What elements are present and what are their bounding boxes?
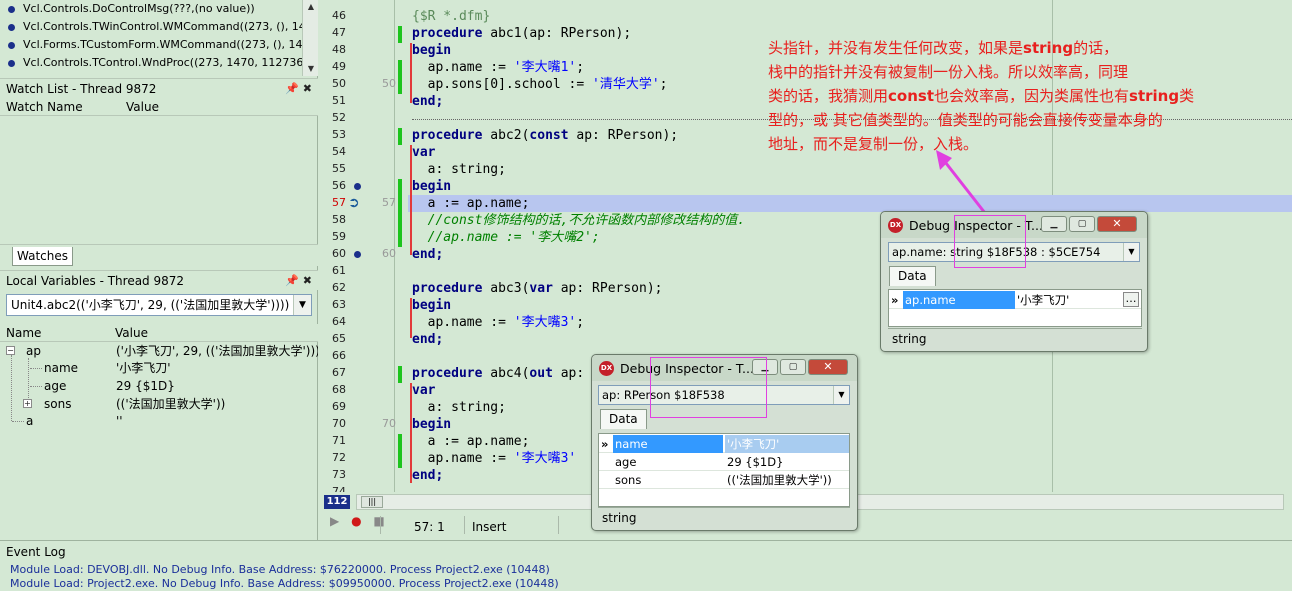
watch-name-column[interactable]: Watch Name [6, 98, 83, 116]
inspector-row[interactable]: » ap.name '小李飞刀' … [889, 291, 1141, 309]
scroll-up-icon[interactable]: ▲ [303, 0, 318, 14]
breakpoint-dot-icon [8, 5, 15, 13]
run-icon[interactable]: ▶ [330, 514, 339, 528]
inspector-status: string [598, 507, 850, 527]
row-pointer-icon: » [601, 437, 609, 451]
watch-value-column[interactable]: Value [126, 98, 159, 116]
minimize-button[interactable]: ▁ [1041, 216, 1067, 232]
left-panels: Vcl.Controls.DoControlMsg(???,(no value)… [0, 0, 320, 540]
local-variables-panel: Local Variables - Thread 9872 📌 ✖ Unit4.a… [0, 270, 320, 540]
maximize-button[interactable]: ▢ [1069, 216, 1095, 232]
modified-marker [398, 26, 402, 43]
modified-marker [398, 60, 402, 94]
ellipsis-button[interactable]: … [1123, 292, 1139, 307]
modified-marker [398, 179, 402, 247]
close-icon[interactable]: ✖ [303, 274, 312, 287]
frame-select[interactable]: Unit4.abc2(('小李飞刀', 29, (('法国加里敦大学')))) … [6, 294, 312, 316]
inspector-status: string [888, 328, 1142, 348]
pin-icon[interactable]: 📌 [285, 82, 299, 95]
breakpoint-icon[interactable] [354, 183, 361, 190]
close-button[interactable]: ✕ [1097, 216, 1137, 232]
locals-name-column[interactable]: Name [6, 324, 41, 342]
maximize-button[interactable]: ▢ [780, 359, 806, 375]
highlight-box [650, 357, 767, 418]
breakpoint-dot-icon [8, 59, 15, 67]
highlight-box [954, 215, 1026, 268]
current-line-box: 112 [324, 495, 350, 509]
inspector-grid: » ap.name '小李飞刀' … [888, 289, 1142, 327]
event-log-panel: Event Log Module Load: DEVOBJ.dll. No De… [0, 540, 1292, 590]
watch-tabbar: Watches [0, 244, 318, 266]
breakpoint-dot-icon [8, 23, 15, 31]
chevron-down-icon[interactable]: ▼ [833, 386, 849, 404]
local-row[interactable]: + sons (('法国加里敦大学')) [0, 395, 318, 413]
close-icon[interactable]: ✖ [303, 82, 312, 95]
watch-column-header: Watch Name Value [0, 98, 318, 116]
watch-list-title: Watch List - Thread 9872 📌 ✖ [0, 78, 318, 98]
breakpoint-icon[interactable] [354, 251, 361, 258]
dx-logo-icon: DX [599, 361, 614, 376]
local-row[interactable]: − ap ('小李飞刀', 29, (('法国加里敦大学'))) [0, 342, 320, 360]
chevron-down-icon[interactable]: ▼ [293, 295, 311, 315]
local-row[interactable]: a '' [0, 412, 318, 430]
event-log-line: Module Load: Project2.exe. No Debug Info… [10, 577, 559, 590]
event-log-line: Module Load: DEVOBJ.dll. No Debug Info. … [10, 563, 550, 576]
inspector-row[interactable]: age 29 {$1D} [599, 453, 849, 471]
inspector-grid: » name '小李飞刀' age 29 {$1D} sons (('法国加里敦… [598, 433, 850, 507]
modified-marker [398, 128, 402, 145]
call-stack-item[interactable]: Vcl.Controls.DoControlMsg(???,(no value)… [0, 0, 318, 18]
scroll-down-icon[interactable]: ▼ [303, 62, 318, 76]
local-variables-title: Local Variables - Thread 9872 📌 ✖ [0, 270, 318, 290]
tab-data[interactable]: Data [889, 266, 936, 286]
expand-icon[interactable]: + [23, 399, 32, 408]
modified-marker [398, 366, 402, 383]
cursor-position: 57: 1 [414, 520, 445, 534]
close-button[interactable]: ✕ [808, 359, 848, 375]
local-row[interactable]: name '小李飞刀' [0, 359, 318, 377]
call-stack-item[interactable]: Vcl.Controls.TControl.WndProc((273, 1470… [0, 54, 318, 72]
call-stack-scrollbar[interactable]: ▲ ▼ [302, 0, 318, 76]
event-log-title: Event Log [6, 545, 66, 559]
chevron-down-icon[interactable]: ▼ [1123, 243, 1139, 261]
locals-value-column[interactable]: Value [115, 324, 148, 342]
tab-data[interactable]: Data [600, 409, 647, 429]
tab-watches[interactable]: Watches [12, 247, 73, 266]
call-stack-panel: Vcl.Controls.DoControlMsg(???,(no value)… [0, 0, 318, 76]
inspector-row[interactable]: » name '小李飞刀' [599, 435, 849, 453]
inspector-row[interactable]: sons (('法国加里敦大学')) [599, 471, 849, 489]
pin-icon[interactable]: 📌 [285, 274, 299, 287]
modified-marker [398, 434, 402, 468]
annotation-note: 头指针，并没有发生任何改变，如果是string的话， 栈中的指针并没有被复制一份… [768, 39, 1195, 153]
breakpoint-dot-icon [8, 41, 15, 49]
scroll-thumb[interactable]: ||| [361, 496, 383, 508]
locals-column-header: Name Value [0, 324, 318, 342]
call-stack-item[interactable]: Vcl.Controls.TWinControl.WMCommand((273,… [0, 18, 318, 36]
insert-mode: Insert [472, 520, 507, 534]
line-number-gutter: 46 47 48 49 50 51 52 53 54 55 56 57 58 5… [332, 9, 346, 492]
dx-logo-icon: DX [888, 218, 903, 233]
execution-point-icon: ➲ [348, 195, 360, 211]
row-pointer-icon: » [891, 293, 899, 307]
watch-list-panel: Watch List - Thread 9872 📌 ✖ Watch Name V… [0, 78, 318, 244]
record-icon[interactable]: ● [351, 514, 361, 528]
local-row[interactable]: age 29 {$1D} [0, 377, 318, 395]
execution-line-highlight [408, 195, 1292, 212]
collapse-icon[interactable]: − [6, 346, 15, 355]
call-stack-item[interactable]: Vcl.Forms.TCustomForm.WMCommand((273, ()… [0, 36, 318, 54]
